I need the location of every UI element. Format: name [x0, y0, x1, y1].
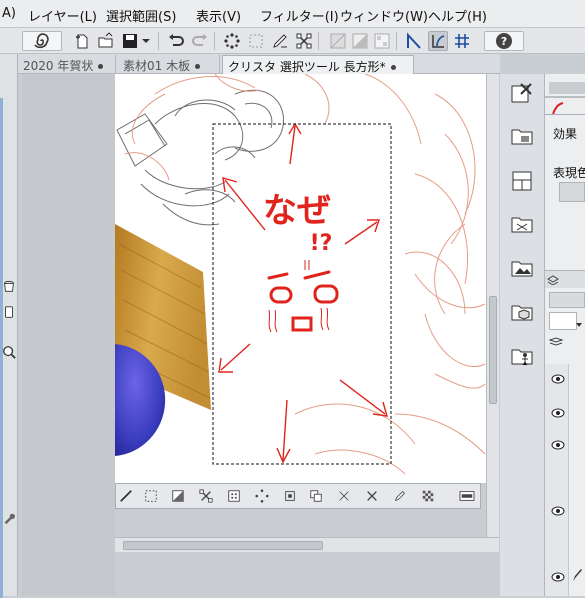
canvas[interactable]: なぜ !?	[115, 74, 486, 483]
spiral-icon[interactable]	[32, 31, 52, 51]
menu-filter[interactable]: フィルター(I)	[260, 6, 339, 25]
menu-bar: A) レイヤー(L) 選択範囲(S) 表示(V) フィルター(I) ウィンドウ(…	[0, 0, 585, 28]
eye-icon[interactable]	[551, 408, 565, 418]
pen-clear-icon[interactable]	[270, 31, 290, 51]
ruler-icon[interactable]	[350, 31, 370, 51]
open-icon[interactable]	[96, 31, 116, 51]
menu-help[interactable]: ヘルプ(H)	[428, 6, 487, 25]
frame-icon[interactable]	[507, 166, 537, 196]
layer-color-select[interactable]	[549, 312, 577, 330]
command-toolbar: ?	[0, 28, 585, 54]
snap-grid-icon[interactable]	[428, 31, 448, 51]
tab-label: 2020 年賀状	[23, 59, 94, 73]
palette-icon-column	[500, 74, 545, 596]
new-icon[interactable]	[72, 31, 92, 51]
annotation-text-why: なぜ	[263, 191, 331, 231]
eye-icon[interactable]	[551, 506, 565, 516]
grid-icon[interactable]	[328, 31, 348, 51]
snap-perspective-icon[interactable]	[452, 31, 472, 51]
pen-icon	[571, 568, 583, 582]
vertical-scroll-thumb[interactable]	[489, 296, 497, 404]
material-folder-icon[interactable]	[507, 120, 537, 150]
blend-mode-select[interactable]	[549, 292, 585, 308]
help-icon[interactable]: ?	[494, 31, 514, 51]
vertical-scrollbar[interactable]	[486, 74, 499, 540]
save-icon[interactable]	[120, 31, 140, 51]
snap-special-icon[interactable]	[404, 31, 424, 51]
eye-icon[interactable]	[551, 572, 565, 582]
tab-document-active[interactable]: クリスタ 選択ツール 長方形*	[222, 55, 414, 74]
redo-icon[interactable]	[190, 31, 210, 51]
annotation-text-exclaim: !?	[310, 231, 333, 256]
eye-icon[interactable]	[551, 374, 565, 384]
menu-edit[interactable]: A)	[2, 6, 16, 21]
menu-window[interactable]: ウィンドウ(W)	[340, 6, 428, 25]
tool-strip	[0, 54, 18, 598]
expression-color-select[interactable]	[559, 182, 585, 202]
layer-property-icon[interactable]	[507, 78, 537, 108]
marching-ants-icon[interactable]	[254, 488, 270, 504]
horizontal-scroll-thumb[interactable]	[123, 541, 323, 550]
scale-icon[interactable]	[364, 488, 380, 504]
tab-document-2[interactable]: 素材01 木板	[118, 55, 220, 74]
layer-tab-icon[interactable]	[547, 274, 559, 286]
pen-icon[interactable]	[118, 488, 134, 504]
property-panel: 効果 表現色	[545, 74, 585, 596]
cut-paste-icon[interactable]	[336, 488, 352, 504]
deselect-icon[interactable]	[143, 488, 159, 504]
fill-icon[interactable]	[392, 488, 408, 504]
transform-icon[interactable]	[198, 488, 214, 504]
layer-visibility-column	[545, 364, 569, 596]
panel-field-label: 表現色	[553, 166, 585, 180]
tab-document-1[interactable]: 2020 年賀状	[18, 55, 116, 74]
effect-lines-icon[interactable]	[507, 208, 537, 238]
settings-icon[interactable]	[458, 488, 476, 504]
tab-label: クリスタ 選択ツール 長方形*	[228, 60, 386, 74]
menu-selection[interactable]: 選択範囲(S)	[106, 6, 176, 25]
deselect-icon[interactable]	[246, 31, 266, 51]
undo-icon[interactable]	[166, 31, 186, 51]
chevron-down-icon[interactable]	[575, 318, 583, 327]
screentone-icon[interactable]	[420, 488, 436, 504]
eraser-icon[interactable]	[1, 304, 17, 320]
grid-pattern-icon[interactable]	[226, 488, 242, 504]
zoom-icon[interactable]	[1, 344, 17, 360]
close-icon[interactable]	[390, 65, 396, 70]
menu-layer[interactable]: レイヤー(L)	[28, 6, 97, 25]
svg-text:?: ?	[501, 35, 507, 48]
layer-stack-icon[interactable]	[548, 336, 564, 346]
transform-icon[interactable]	[294, 31, 314, 51]
panel-header	[549, 82, 585, 94]
document-tabs: 2020 年賀状 素材01 木板 クリスタ 選択ツール 長方形*	[18, 54, 500, 74]
menu-view[interactable]: 表示(V)	[196, 6, 241, 25]
tab-label: 素材01 木板	[123, 59, 191, 73]
chevron-down-icon[interactable]	[140, 31, 152, 51]
marching-ants-icon[interactable]	[222, 31, 242, 51]
panel-tab-effect[interactable]: 効果	[553, 125, 577, 142]
bucket-icon[interactable]	[1, 278, 17, 294]
3d-figure-icon[interactable]	[507, 340, 537, 370]
invert-selection-icon[interactable]	[170, 488, 186, 504]
close-icon[interactable]	[195, 64, 201, 69]
copy-paste-icon[interactable]	[308, 488, 324, 504]
snap-ruler-icon[interactable]	[372, 31, 392, 51]
eye-icon[interactable]	[551, 440, 565, 450]
image-material-icon[interactable]	[507, 252, 537, 282]
shrink-selection-icon[interactable]	[282, 488, 298, 504]
canvas-gutter	[22, 74, 115, 596]
close-icon[interactable]	[98, 64, 104, 69]
right-dock: 効果 表現色	[500, 74, 585, 596]
3d-material-icon[interactable]	[507, 296, 537, 326]
wrench-icon[interactable]	[1, 510, 17, 526]
selection-launcher	[115, 483, 481, 509]
horizontal-scrollbar[interactable]	[115, 537, 499, 552]
